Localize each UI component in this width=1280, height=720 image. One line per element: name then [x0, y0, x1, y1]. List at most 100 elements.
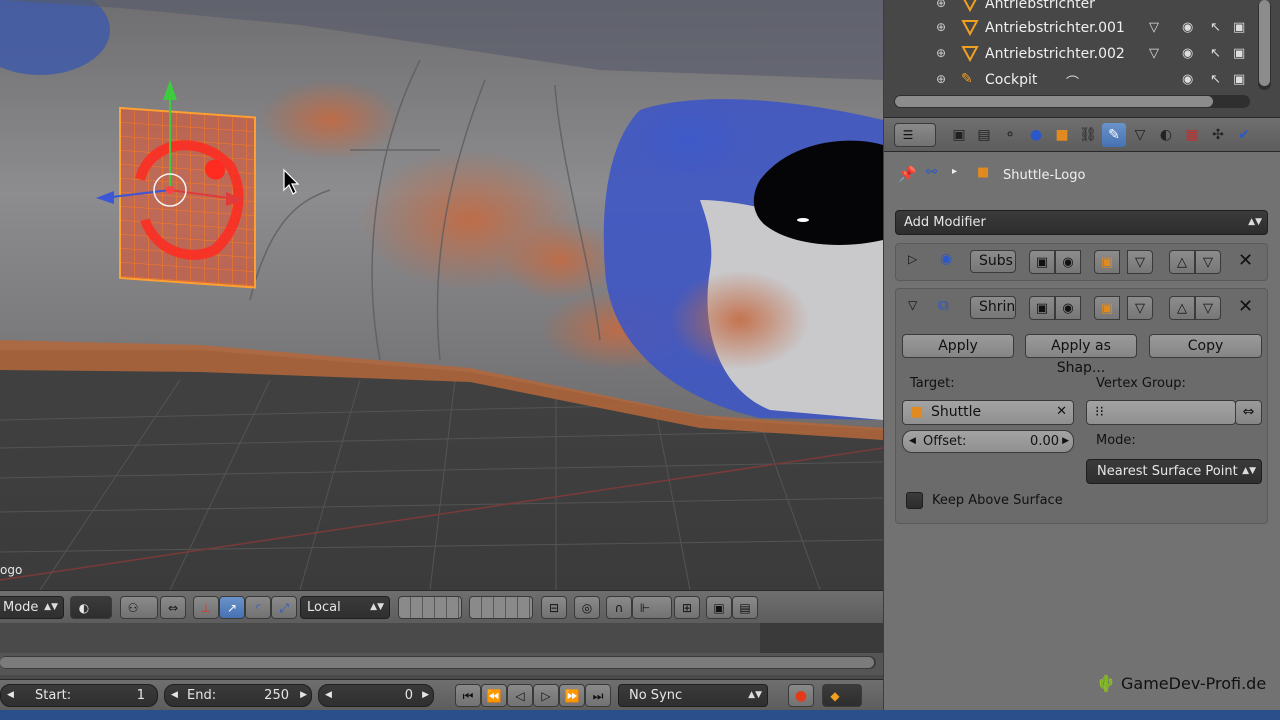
offset-field[interactable]: ◀ Offset: 0.00 ▶	[902, 430, 1074, 453]
apply-button[interactable]: Apply	[902, 334, 1014, 358]
scale-manipulator-button[interactable]: ⤢	[271, 596, 297, 619]
modifiers-tab-wrench-icon[interactable]: ✎	[1102, 123, 1126, 147]
scroll-thumb[interactable]	[895, 96, 1213, 107]
current-frame-field[interactable]: ◀ 0 ▶	[318, 684, 434, 707]
move-down-icon[interactable]: ▽	[1195, 296, 1221, 320]
mode-select[interactable]: Mode ▲▼	[0, 596, 64, 619]
keep-above-surface-checkbox[interactable]	[906, 492, 923, 509]
eye-icon[interactable]: ◉	[1182, 72, 1193, 87]
translate-manipulator-button[interactable]: ⊥	[193, 596, 219, 619]
modifier-name-field[interactable]: Subs	[970, 250, 1016, 273]
modifier-name-field[interactable]: Shrin	[970, 296, 1016, 319]
move-down-icon[interactable]: ▽	[1195, 250, 1221, 274]
move-up-icon[interactable]: △	[1169, 296, 1195, 320]
physics-tab-icon[interactable]: ✔	[1232, 123, 1256, 147]
outliner-item[interactable]: ⊕ Antriebstrichter.002 ▽ ◉ ↖ ▣	[884, 42, 1264, 68]
viewport-shading-select[interactable]: ◐	[70, 596, 112, 619]
end-frame-field[interactable]: ◀ End: 250 ▶	[164, 684, 312, 707]
render-camera-icon[interactable]: ▣	[1233, 20, 1245, 35]
sync-mode-select[interactable]: No Sync ▲▼	[618, 684, 768, 707]
chevron-left-icon: ◀	[171, 690, 178, 700]
object-tab-cube-icon[interactable]: ■	[1050, 123, 1074, 147]
eye-icon[interactable]: ◉	[1055, 296, 1081, 320]
editmode-icon[interactable]: ▣	[1094, 250, 1120, 274]
transform-orientation-select[interactable]: Local ▲▼	[300, 596, 390, 619]
scroll-thumb[interactable]	[1259, 0, 1270, 86]
pivot-point-select[interactable]: ⚇	[120, 596, 158, 619]
rotate-arc-button[interactable]: ◜	[245, 596, 271, 619]
pin-icon[interactable]: 📌	[898, 165, 917, 183]
jump-start-button[interactable]: ⏮	[455, 684, 481, 707]
snap-element-select[interactable]: ⊩	[632, 596, 672, 619]
move-up-icon[interactable]: △	[1169, 250, 1195, 274]
render-layers-tab-icon[interactable]: ▤	[972, 123, 996, 147]
lock-camera-button[interactable]: ⊟	[541, 596, 567, 619]
constraints-tab-link-icon[interactable]: ⛓	[1076, 123, 1100, 147]
layers-grid-b[interactable]	[469, 596, 533, 619]
3d-viewport[interactable]: ogo	[0, 0, 883, 590]
texture-tab-checker-icon[interactable]: ▦	[1180, 123, 1204, 147]
cursor-select-icon[interactable]: ↖	[1210, 20, 1221, 35]
cage-icon[interactable]: ▽	[1127, 250, 1153, 274]
jump-keyframe-forward-button[interactable]: ⏩	[559, 684, 585, 707]
render-animation-button[interactable]: ▤	[732, 596, 758, 619]
rotate-manipulator-button[interactable]: ↗	[219, 596, 245, 619]
play-reverse-button[interactable]: ◁	[507, 684, 533, 707]
close-icon[interactable]: ✕	[1238, 250, 1253, 271]
shrinkwrap-mode-select[interactable]: Nearest Surface Point ▲▼	[1086, 459, 1262, 484]
proportional-edit-button[interactable]: ◎	[574, 596, 600, 619]
copy-button[interactable]: Copy	[1149, 334, 1262, 358]
cage-icon[interactable]: ▽	[1127, 296, 1153, 320]
jump-end-button[interactable]: ⏭	[585, 684, 611, 707]
material-tab-icon[interactable]: ◐	[1154, 123, 1178, 147]
keying-set-select[interactable]: ◆	[822, 684, 862, 707]
snap-target-button[interactable]: ⊞	[674, 596, 700, 619]
layers-grid-a[interactable]	[398, 596, 462, 619]
outliner-item-name: Cockpit	[985, 72, 1038, 88]
editor-type-select[interactable]: ☰	[894, 123, 936, 147]
vertex-group-field[interactable]: ⁝⁝	[1086, 400, 1236, 425]
eye-icon[interactable]: ◉	[1055, 250, 1081, 274]
jump-end-icon: ⏭	[592, 688, 604, 703]
start-frame-field[interactable]: ◀ Start: 1	[0, 684, 158, 707]
snap-target-icon: ⊞	[681, 601, 693, 615]
apply-as-shape-button[interactable]: Apply as Shap...	[1025, 334, 1137, 376]
particles-tab-icon[interactable]: ✣	[1206, 123, 1230, 147]
expand-triangle-icon[interactable]: ▷	[908, 252, 917, 266]
outliner-item[interactable]: ⊕ Antriebstrichter.001 ▽ ◉ ↖ ▣	[884, 16, 1264, 42]
add-modifier-select[interactable]: Add Modifier ▲▼	[895, 210, 1268, 235]
data-tab-mesh-icon[interactable]: ▽	[1128, 123, 1152, 147]
cursor-select-icon[interactable]: ↖	[1210, 46, 1221, 61]
render-still-button[interactable]: ▣	[706, 596, 732, 619]
render-camera-icon[interactable]: ▣	[1029, 296, 1055, 320]
timeline-editor[interactable]: 60 80 100 120 140 160 180 200 220 240 26…	[0, 623, 883, 679]
snap-toggle-button[interactable]: ∩	[606, 596, 632, 619]
render-camera-icon[interactable]: ▣	[1233, 72, 1245, 87]
timeline-scrollbar[interactable]	[0, 656, 876, 669]
transform-orientation-label: Local	[307, 600, 341, 615]
outliner-vertical-scrollbar[interactable]	[1258, 0, 1271, 90]
outliner-horizontal-scrollbar[interactable]	[894, 95, 1250, 108]
outliner-item[interactable]: ⊕ ✎ Cockpit ⌒ ◉ ↖ ▣	[884, 68, 1264, 94]
target-object-field[interactable]: ■ Shuttle ✕	[902, 400, 1074, 425]
invert-vertex-group-button[interactable]: ⇔	[1235, 400, 1262, 425]
world-tab-icon[interactable]: ●	[1024, 123, 1048, 147]
render-camera-icon[interactable]: ▣	[1233, 46, 1245, 61]
jump-keyframe-back-button[interactable]: ⏪	[481, 684, 507, 707]
timeline-scroll-thumb[interactable]	[0, 657, 874, 668]
render-camera-icon[interactable]: ▣	[1029, 250, 1055, 274]
manipulator-toggle-button[interactable]: ⇔	[160, 596, 186, 619]
render-tab-camera-icon[interactable]: ▣	[947, 123, 971, 147]
collapse-triangle-icon[interactable]: ▽	[908, 298, 917, 312]
scene-tab-icon[interactable]: ⚬	[998, 123, 1022, 147]
pivot-icon: ⚇	[127, 601, 139, 615]
eye-icon[interactable]: ◉	[1182, 20, 1193, 35]
editmode-icon[interactable]: ▣	[1094, 296, 1120, 320]
cursor-select-icon[interactable]: ↖	[1210, 72, 1221, 87]
clear-x-icon[interactable]: ✕	[1056, 401, 1067, 423]
auto-keyframe-button[interactable]: ●	[788, 684, 814, 707]
chevron-updown-icon: ▲▼	[370, 602, 384, 612]
eye-icon[interactable]: ◉	[1182, 46, 1193, 61]
close-icon[interactable]: ✕	[1238, 296, 1253, 317]
play-button[interactable]: ▷	[533, 684, 559, 707]
